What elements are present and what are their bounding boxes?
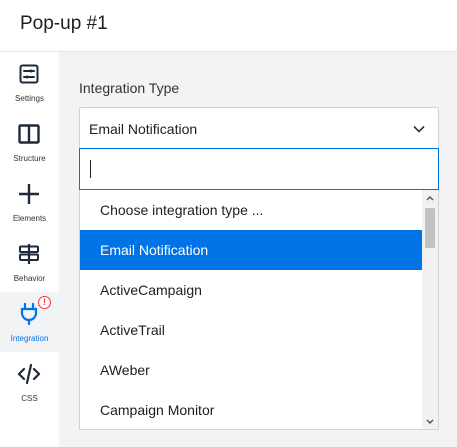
integration-type-label: Integration Type [79, 80, 180, 96]
option-activetrail[interactable]: ActiveTrail [80, 310, 423, 350]
option-aweber[interactable]: AWeber [80, 350, 423, 390]
dropdown-scrollbar[interactable] [422, 190, 438, 429]
sidebar-item-elements[interactable]: Elements [0, 172, 59, 232]
sidebar-item-behavior[interactable]: Behavior [0, 232, 59, 292]
integration-type-select[interactable]: Email Notification [79, 107, 439, 149]
sidebar-item-label: Settings [15, 94, 44, 103]
option-choose[interactable]: Choose integration type ... [80, 190, 423, 230]
settings-icon [19, 64, 39, 84]
sidebar-item-label: Behavior [13, 274, 46, 283]
selected-value: Email Notification [89, 121, 198, 137]
sidebar-item-label: Elements [12, 214, 47, 223]
sidebar-item-integration[interactable]: ! Integration [0, 292, 59, 352]
sidebar-item-label: Integration [10, 334, 49, 343]
signpost-icon [19, 244, 39, 264]
structure-icon [18, 124, 40, 144]
integration-panel: Integration Type Email Notification Choo… [59, 52, 457, 447]
sidebar-item-settings[interactable]: Settings [0, 52, 59, 112]
top-header: Pop-up #1 [0, 0, 457, 52]
option-email-notification[interactable]: Email Notification [80, 230, 423, 270]
integration-search-input[interactable] [79, 148, 439, 190]
scroll-thumb[interactable] [425, 208, 435, 248]
plus-icon [19, 184, 39, 204]
scroll-down-icon[interactable] [426, 418, 434, 426]
sidebar-item-label: Structure [13, 154, 46, 163]
text-cursor [90, 160, 91, 178]
sidebar-item-css[interactable]: CSS [0, 352, 59, 412]
sidebar-item-label: CSS [21, 394, 38, 403]
page-title: Pop-up #1 [20, 13, 108, 34]
sidebar-item-structure[interactable]: Structure [0, 112, 59, 172]
option-activecampaign[interactable]: ActiveCampaign [80, 270, 423, 310]
integration-options-list[interactable]: Choose integration type ... Email Notifi… [79, 190, 439, 430]
chevron-down-icon [413, 125, 425, 133]
scroll-up-icon[interactable] [426, 194, 434, 202]
sidebar: Settings Structure Elements Behavior ! I… [0, 52, 59, 447]
option-campaign-monitor[interactable]: Campaign Monitor [80, 390, 423, 429]
plug-icon [20, 302, 38, 326]
warning-badge: ! [38, 296, 51, 309]
code-icon [17, 363, 41, 385]
